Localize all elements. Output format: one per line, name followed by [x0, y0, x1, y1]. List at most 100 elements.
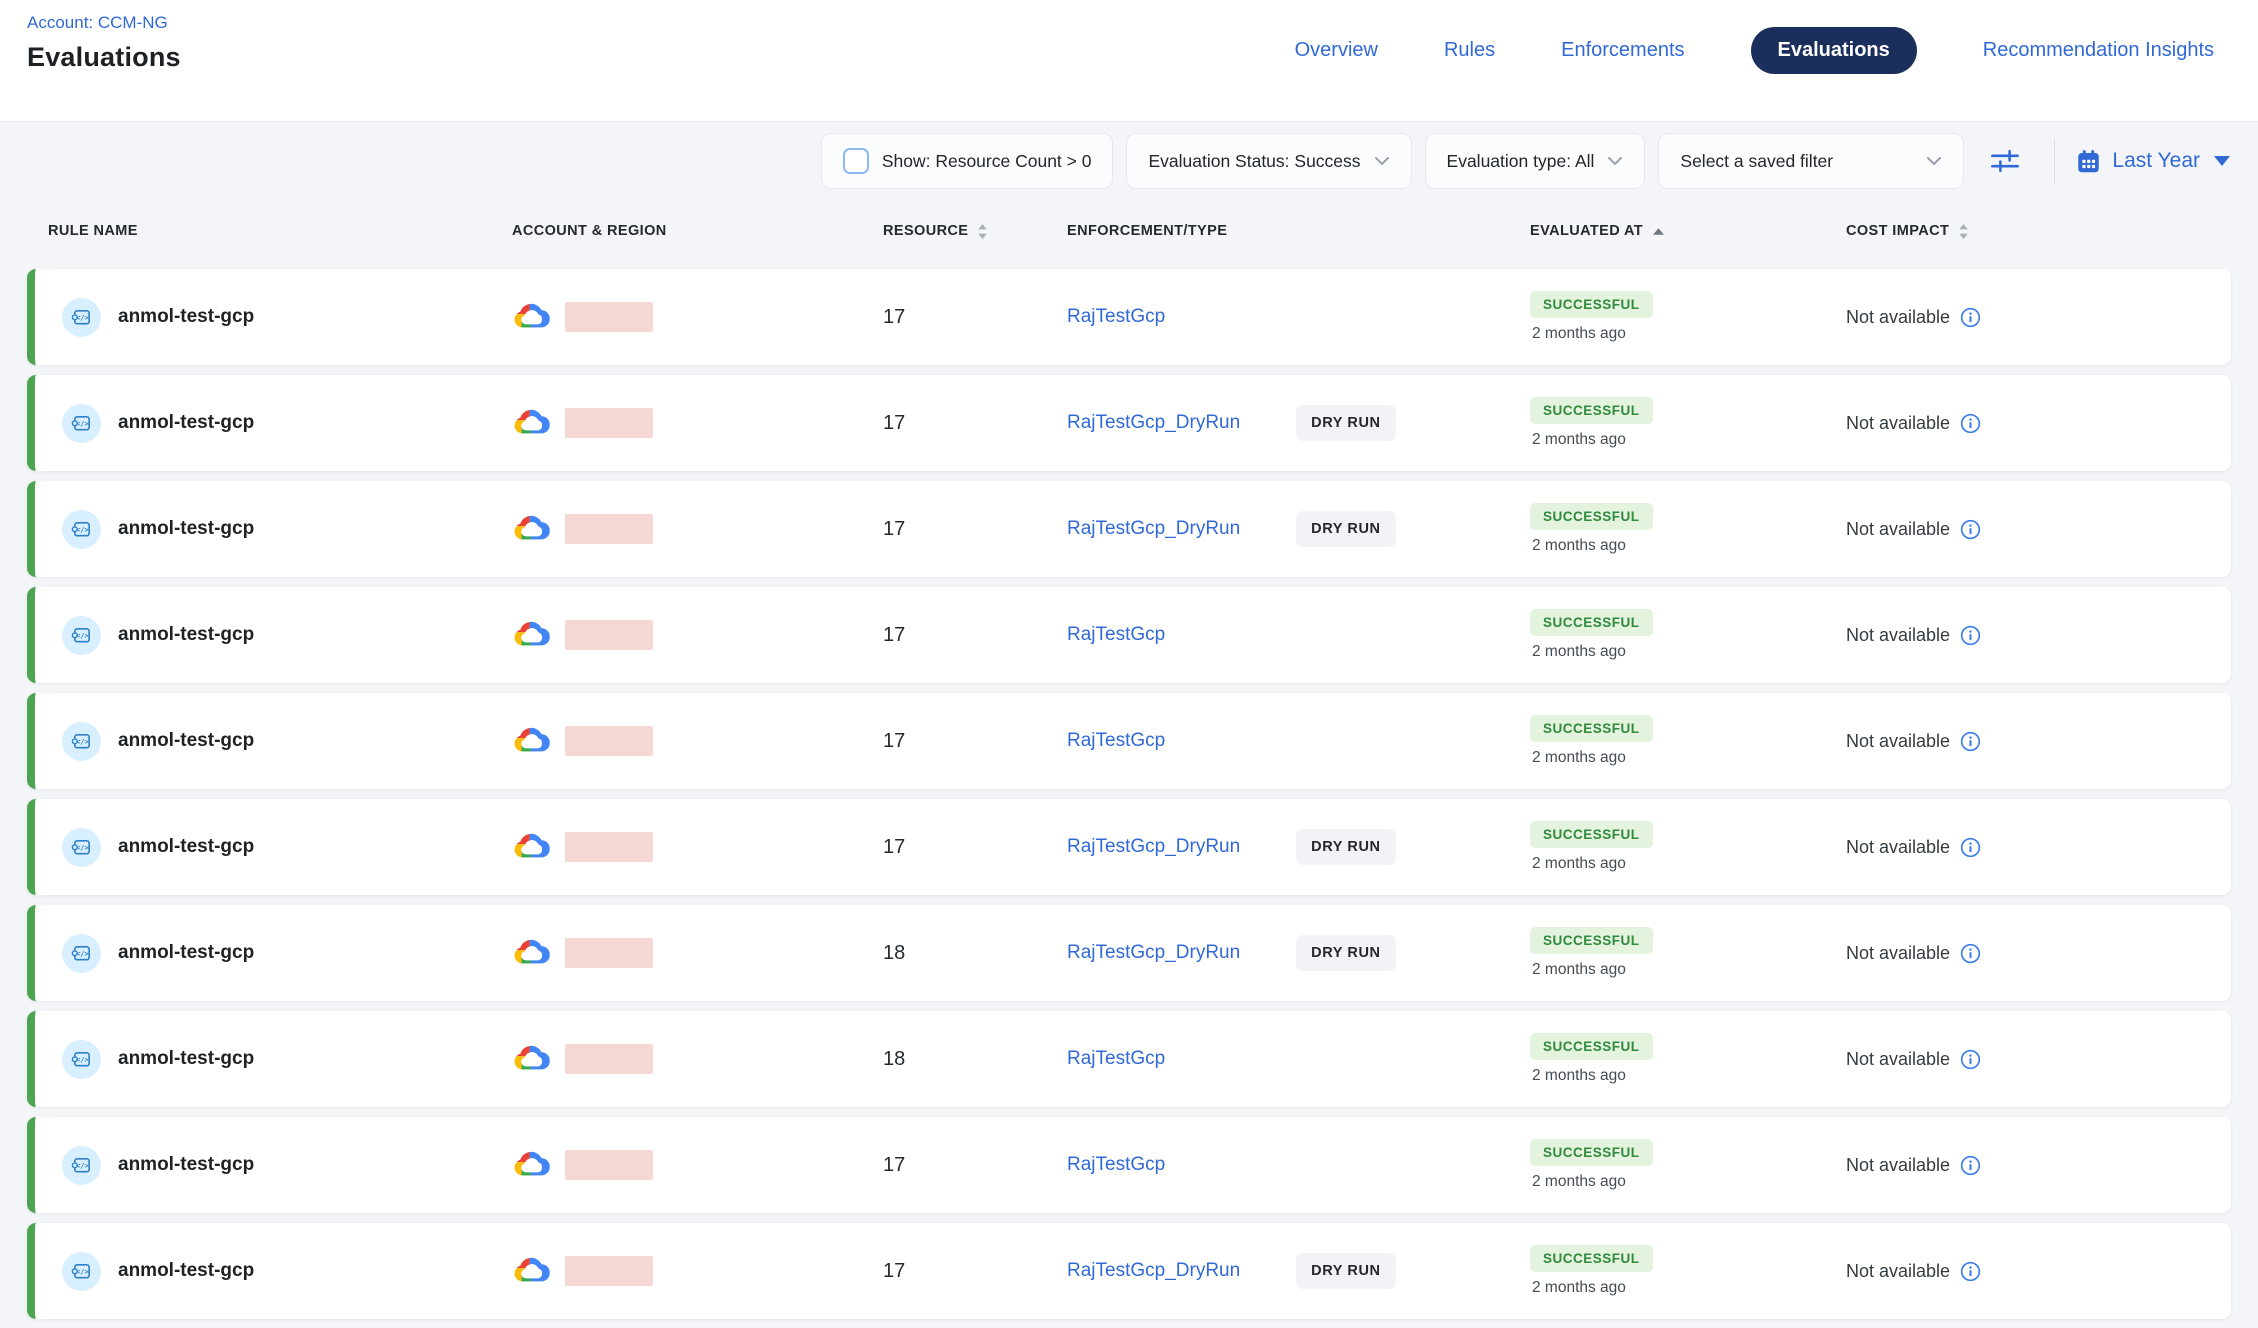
cost-impact-value: Not available: [1846, 413, 1950, 434]
table-row[interactable]: </> anmol-test-gcp: [27, 375, 2231, 471]
tab-enforcements[interactable]: Enforcements: [1561, 39, 1684, 62]
sort-icon[interactable]: [1958, 223, 1969, 240]
tab-recommendation-insights[interactable]: Recommendation Insights: [1983, 39, 2214, 62]
chevron-down-icon: [1926, 156, 1942, 166]
info-icon[interactable]: [1960, 1049, 1981, 1070]
table-row[interactable]: </> anmol-test-gcp: [27, 1117, 2231, 1213]
column-header-evaluated-at[interactable]: EVALUATED AT: [1530, 223, 1846, 239]
date-range-button[interactable]: Last Year: [2076, 149, 2230, 174]
redacted-account-block: [565, 408, 653, 438]
title-block: Account: CCM-NG Evaluations: [27, 0, 181, 121]
evaluated-at-cell: SUCCESSFUL 2 months ago: [1530, 821, 1846, 873]
dry-run-badge: DRY RUN: [1296, 829, 1395, 865]
enforcement-link[interactable]: RajTestGcp: [1067, 306, 1165, 328]
status-badge: SUCCESSFUL: [1530, 715, 1653, 742]
evaluated-at-cell: SUCCESSFUL 2 months ago: [1530, 1033, 1846, 1085]
evaluation-type-label: Evaluation type: All: [1447, 151, 1595, 172]
evaluation-type-dropdown[interactable]: Evaluation type: All: [1425, 133, 1646, 189]
evaluation-status-dropdown[interactable]: Evaluation Status: Success: [1126, 133, 1411, 189]
enforcement-link[interactable]: RajTestGcp: [1067, 1154, 1165, 1176]
info-icon[interactable]: [1960, 837, 1981, 858]
info-icon[interactable]: [1960, 943, 1981, 964]
tab-evaluations-active[interactable]: Evaluations: [1751, 27, 1917, 74]
breadcrumb[interactable]: Account: CCM-NG: [27, 13, 168, 33]
info-icon[interactable]: [1960, 1155, 1981, 1176]
table-body: </> anmol-test-gcp: [27, 269, 2231, 1319]
rule-icon: </>: [62, 1040, 101, 1079]
gcp-cloud-icon: [512, 726, 550, 756]
enforcement-link[interactable]: RajTestGcp_DryRun: [1067, 412, 1240, 434]
resource-cell: 17: [883, 1260, 1067, 1283]
resource-count: 17: [883, 518, 905, 540]
rule-name: anmol-test-gcp: [118, 518, 254, 540]
enforcement-link[interactable]: RajTestGcp: [1067, 1048, 1165, 1070]
table-row[interactable]: </> anmol-test-gcp: [27, 905, 2231, 1001]
sort-icon[interactable]: [977, 223, 988, 240]
chevron-down-icon: [1607, 156, 1623, 166]
saved-filter-placeholder: Select a saved filter: [1680, 151, 1833, 172]
dry-run-badge: DRY RUN: [1296, 935, 1395, 971]
table-row[interactable]: </> anmol-test-gcp: [27, 1223, 2231, 1319]
evaluated-time: 2 months ago: [1530, 1279, 1626, 1297]
tab-overview[interactable]: Overview: [1295, 39, 1378, 62]
rule-icon: </>: [62, 298, 101, 337]
column-header-cost-impact[interactable]: COST IMPACT: [1846, 223, 2231, 240]
evaluated-time: 2 months ago: [1530, 749, 1626, 767]
rule-icon: </>: [62, 722, 101, 761]
table-row[interactable]: </> anmol-test-gcp: [27, 799, 2231, 895]
gcp-cloud-icon: [512, 938, 550, 968]
svg-text:</>: </>: [76, 1055, 88, 1063]
column-header-resource[interactable]: RESOURCE: [883, 223, 1067, 240]
info-icon[interactable]: [1960, 307, 1981, 328]
svg-text:</>: </>: [76, 737, 88, 745]
svg-text:</>: </>: [76, 1161, 88, 1169]
cost-impact-cell: Not available: [1846, 837, 2231, 858]
evaluated-time: 2 months ago: [1530, 961, 1626, 979]
enforcement-cell: RajTestGcp: [1067, 624, 1530, 646]
rule-name-cell: </> anmol-test-gcp: [35, 828, 512, 867]
resource-count-checkbox[interactable]: [843, 148, 869, 174]
table-row[interactable]: </> anmol-test-gcp: [27, 587, 2231, 683]
info-icon[interactable]: [1960, 413, 1981, 434]
account-region-cell: [512, 726, 883, 756]
rule-icon: </>: [62, 616, 101, 655]
enforcement-cell: RajTestGcp: [1067, 1154, 1530, 1176]
saved-filter-dropdown[interactable]: Select a saved filter: [1658, 133, 1964, 189]
resource-count-toggle-chip[interactable]: Show: Resource Count > 0: [821, 133, 1114, 189]
evaluated-at-cell: SUCCESSFUL 2 months ago: [1530, 609, 1846, 661]
rule-icon: </>: [62, 934, 101, 973]
info-icon[interactable]: [1960, 731, 1981, 752]
resource-cell: 18: [883, 1048, 1067, 1071]
evaluated-time: 2 months ago: [1530, 1173, 1626, 1191]
evaluated-time: 2 months ago: [1530, 1067, 1626, 1085]
filter-settings-button[interactable]: [1977, 140, 2033, 182]
rule-name-cell: </> anmol-test-gcp: [35, 616, 512, 655]
account-region-cell: [512, 1150, 883, 1180]
info-icon[interactable]: [1960, 625, 1981, 646]
status-badge: SUCCESSFUL: [1530, 1139, 1653, 1166]
info-icon[interactable]: [1960, 519, 1981, 540]
gcp-cloud-icon: [512, 514, 550, 544]
redacted-account-block: [565, 726, 653, 756]
enforcement-link[interactable]: RajTestGcp_DryRun: [1067, 942, 1240, 964]
table-row[interactable]: </> anmol-test-gcp: [27, 693, 2231, 789]
table-row[interactable]: </> anmol-test-gcp: [27, 269, 2231, 365]
cost-impact-cell: Not available: [1846, 413, 2231, 434]
resource-cell: 18: [883, 942, 1067, 965]
redacted-account-block: [565, 302, 653, 332]
resource-cell: 17: [883, 518, 1067, 541]
enforcement-cell: RajTestGcp: [1067, 1048, 1530, 1070]
sort-asc-icon[interactable]: [1652, 227, 1665, 236]
enforcement-link[interactable]: RajTestGcp_DryRun: [1067, 1260, 1240, 1282]
enforcement-link[interactable]: RajTestGcp: [1067, 624, 1165, 646]
enforcement-link[interactable]: RajTestGcp_DryRun: [1067, 836, 1240, 858]
enforcement-link[interactable]: RajTestGcp_DryRun: [1067, 518, 1240, 540]
cost-impact-cell: Not available: [1846, 1261, 2231, 1282]
table-row[interactable]: </> anmol-test-gcp: [27, 1011, 2231, 1107]
info-icon[interactable]: [1960, 1261, 1981, 1282]
tab-rules[interactable]: Rules: [1444, 39, 1495, 62]
resource-cell: 17: [883, 624, 1067, 647]
enforcement-link[interactable]: RajTestGcp: [1067, 730, 1165, 752]
table-row[interactable]: </> anmol-test-gcp: [27, 481, 2231, 577]
cost-impact-cell: Not available: [1846, 943, 2231, 964]
